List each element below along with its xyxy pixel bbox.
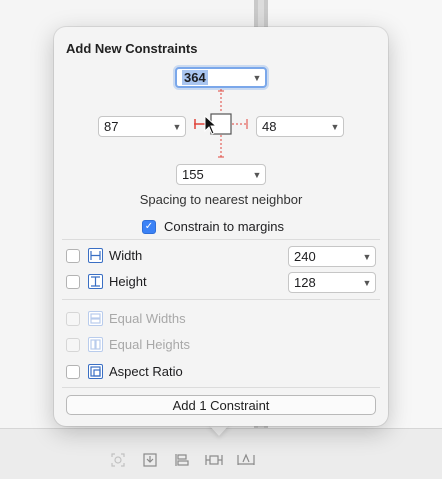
update-frames-icon[interactable]: [108, 450, 128, 470]
mouse-cursor-icon: [204, 115, 218, 135]
chevron-down-icon[interactable]: ▼: [359, 278, 375, 288]
resolve-issues-icon[interactable]: [236, 450, 256, 470]
divider: [62, 387, 380, 388]
equal-heights-label: Equal Heights: [109, 337, 190, 352]
equal-widths-row: Equal Widths: [66, 311, 186, 326]
constrain-to-margins-checkbox[interactable]: ✓: [142, 219, 156, 234]
aspect-ratio-row[interactable]: Aspect Ratio: [66, 364, 183, 379]
width-icon: [88, 248, 103, 263]
popover-title: Add New Constraints: [66, 41, 198, 56]
width-row[interactable]: Width: [66, 248, 142, 263]
equal-heights-row: Equal Heights: [66, 337, 190, 352]
chevron-down-icon[interactable]: ▼: [327, 122, 343, 132]
width-value[interactable]: 240: [294, 249, 359, 264]
width-value-field[interactable]: 240 ▼: [288, 246, 376, 267]
equal-widths-label: Equal Widths: [109, 311, 186, 326]
height-value[interactable]: 128: [294, 275, 359, 290]
height-label[interactable]: Height: [109, 274, 147, 289]
right-spacing-field[interactable]: 48 ▼: [256, 116, 344, 137]
equal-widths-checkbox: [66, 311, 80, 326]
left-spacing-value[interactable]: 87: [104, 119, 169, 134]
bottom-spacing-field[interactable]: 155 ▼: [176, 164, 266, 185]
equal-heights-checkbox: [66, 337, 80, 352]
equal-heights-icon: [88, 337, 103, 352]
width-label[interactable]: Width: [109, 248, 142, 263]
chevron-down-icon[interactable]: ▼: [249, 73, 265, 83]
embed-in-icon[interactable]: [140, 450, 160, 470]
constrain-to-margins-label[interactable]: Constrain to margins: [164, 219, 284, 234]
height-row[interactable]: Height: [66, 274, 147, 289]
chevron-down-icon[interactable]: ▼: [359, 252, 375, 262]
bottom-spacing-value[interactable]: 155: [182, 167, 249, 182]
height-checkbox[interactable]: [66, 274, 80, 289]
width-checkbox[interactable]: [66, 248, 80, 263]
equal-widths-icon: [88, 311, 103, 326]
add-constraints-button[interactable]: Add 1 Constraint: [66, 395, 376, 415]
spacing-label: Spacing to nearest neighbor: [139, 192, 303, 207]
right-spacing-value[interactable]: 48: [262, 119, 327, 134]
aspect-ratio-label[interactable]: Aspect Ratio: [109, 364, 183, 379]
add-constraints-popover: Add New Constraints 364 ▼ 87 ▼ 48 ▼ 155 …: [54, 27, 388, 426]
height-value-field[interactable]: 128 ▼: [288, 272, 376, 293]
top-spacing-value[interactable]: 364: [182, 70, 208, 85]
constrain-to-margins-row[interactable]: ✓ Constrain to margins: [142, 219, 284, 234]
height-icon: [88, 274, 103, 289]
aspect-ratio-icon: [88, 364, 103, 379]
divider: [62, 299, 380, 300]
aspect-ratio-checkbox[interactable]: [66, 364, 80, 379]
align-icon[interactable]: [172, 450, 192, 470]
left-spacing-field[interactable]: 87 ▼: [98, 116, 186, 137]
top-spacing-field[interactable]: 364 ▼: [175, 67, 267, 88]
divider: [62, 239, 380, 240]
chevron-down-icon[interactable]: ▼: [169, 122, 185, 132]
chevron-down-icon[interactable]: ▼: [249, 170, 265, 180]
constraint-diagram: [194, 89, 248, 159]
layout-toolbar: [108, 448, 256, 472]
add-constraints-icon[interactable]: [204, 450, 224, 470]
